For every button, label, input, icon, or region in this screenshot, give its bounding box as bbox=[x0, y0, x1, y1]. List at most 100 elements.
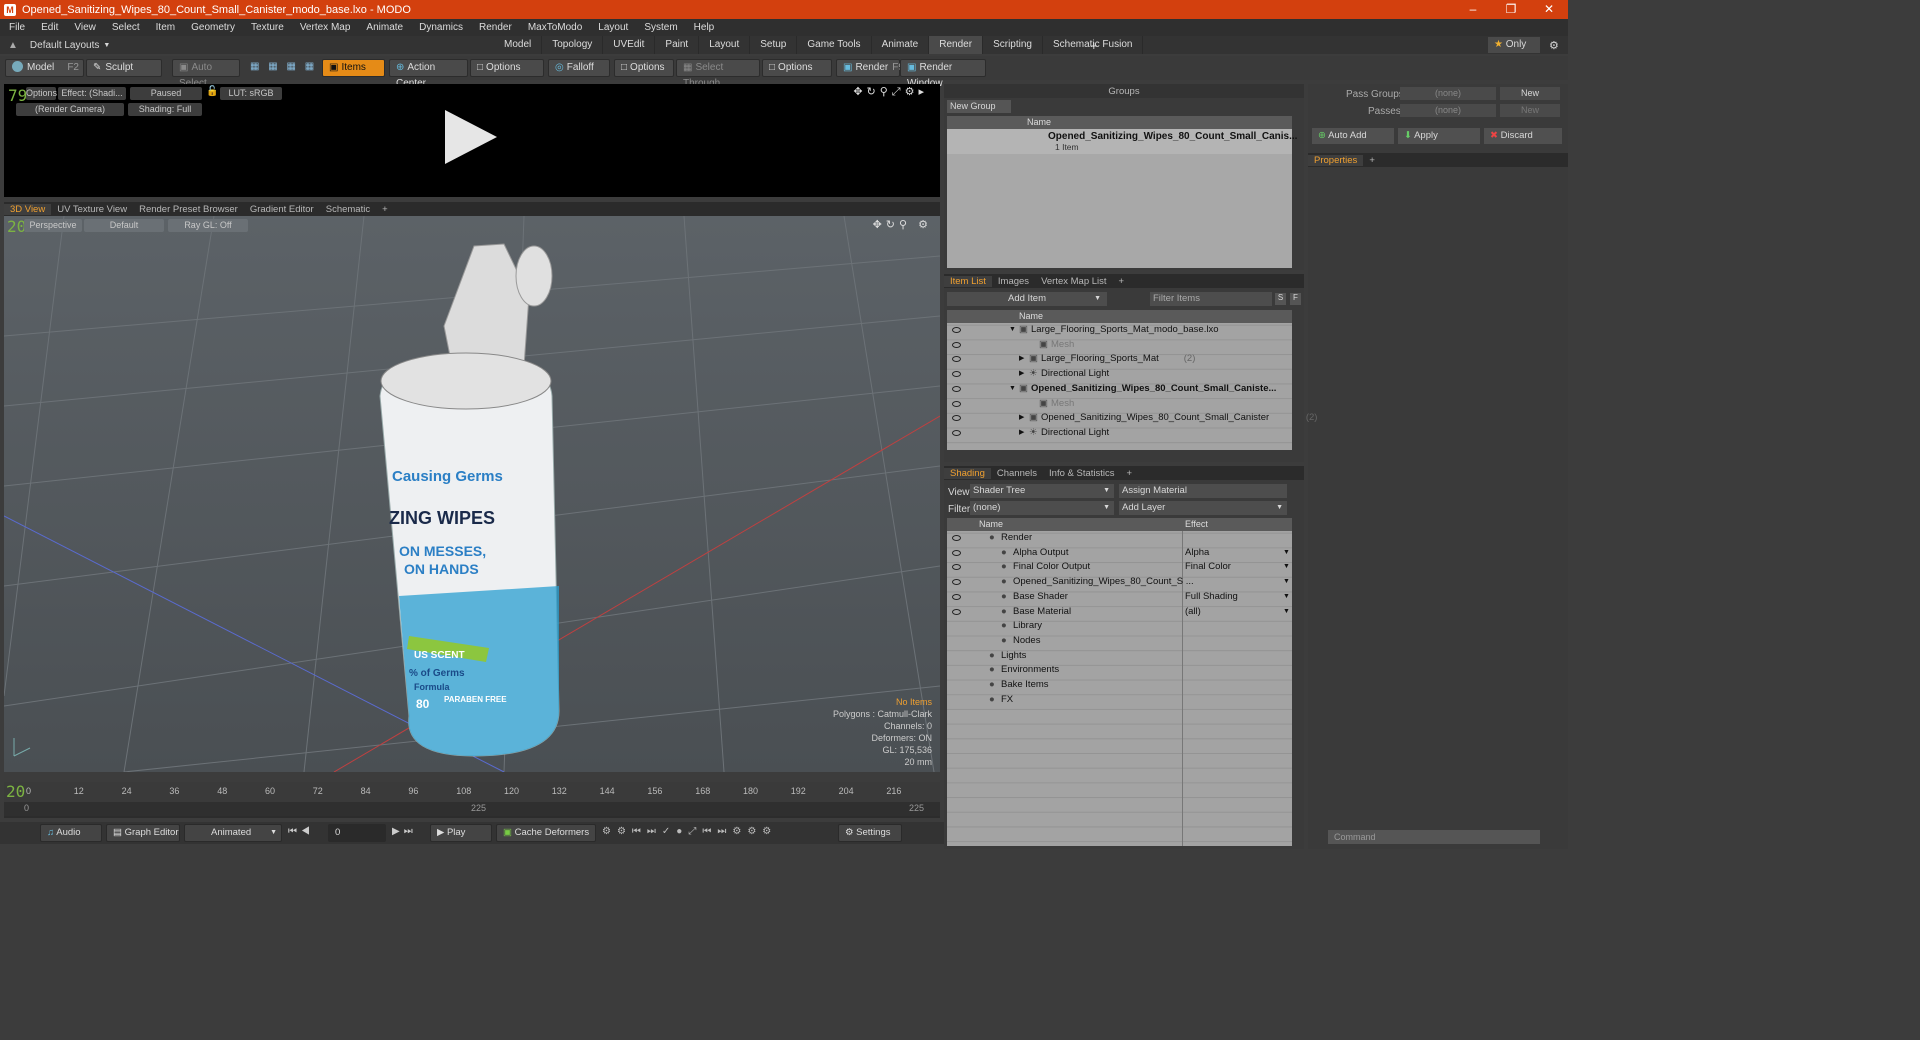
transport-forward-icons[interactable]: ▶⏭ bbox=[392, 826, 417, 837]
shader-effect-value[interactable]: Full Shading bbox=[1185, 590, 1238, 604]
shader-row[interactable]: ● Final Color Output Final Color ▼ bbox=[947, 560, 1292, 574]
render-options-pill[interactable]: Options bbox=[26, 87, 57, 100]
transport-rewind-icons[interactable]: ⏮◀ bbox=[288, 826, 314, 837]
tab-uv-texture-view[interactable]: UV Texture View bbox=[51, 204, 133, 215]
group-row[interactable]: Opened_Sanitizing_Wipes_80_Count_Small_C… bbox=[947, 129, 1297, 154]
layouts-dropdown[interactable]: Default Layouts bbox=[30, 40, 100, 51]
tab-model[interactable]: Model bbox=[494, 36, 543, 54]
camera-pill[interactable]: (Render Camera) bbox=[16, 103, 124, 116]
chevron-down-icon[interactable]: ▼ bbox=[1283, 590, 1290, 604]
falloff-button[interactable]: ◎ Falloff bbox=[548, 59, 610, 77]
view-controls-icons[interactable]: ✥↻⚲⤢⚙▸ bbox=[853, 85, 928, 99]
filter-f-button[interactable]: F bbox=[1290, 293, 1301, 305]
expand-down-icon[interactable]: ▼ bbox=[1009, 323, 1016, 337]
shader-tree[interactable]: Name Effect ● Render ● Alpha Output Alpha ▼ ● F… bbox=[947, 518, 1292, 846]
menu-layout[interactable]: Layout bbox=[589, 22, 635, 33]
discard-button[interactable]: ✖ Discard bbox=[1484, 128, 1562, 144]
render-button[interactable]: ▣ Render F9 bbox=[836, 59, 904, 77]
tab-shading[interactable]: Shading bbox=[944, 467, 991, 479]
timeline-range[interactable]: 0 225 225 bbox=[4, 802, 940, 816]
add-layer-dropdown[interactable]: Add Layer ▼ bbox=[1119, 501, 1287, 515]
expand-down-icon[interactable]: ▼ bbox=[1009, 382, 1016, 396]
menu-item[interactable]: Item bbox=[147, 22, 182, 33]
tab-game-tools[interactable]: Game Tools bbox=[797, 36, 872, 54]
menu-animate[interactable]: Animate bbox=[357, 22, 410, 33]
eye-icon[interactable] bbox=[952, 579, 961, 586]
menu-vertex-map[interactable]: Vertex Map bbox=[291, 22, 358, 33]
eye-icon[interactable] bbox=[952, 429, 961, 436]
restore-icon[interactable]: ❐ bbox=[1492, 0, 1530, 19]
lut-pill[interactable]: LUT: sRGB bbox=[220, 87, 282, 100]
effect-pill[interactable]: Effect: (Shadi... bbox=[58, 87, 126, 100]
shader-row[interactable]: ● FX bbox=[947, 693, 1292, 707]
polygon-mode-icon[interactable]: ▦ bbox=[286, 61, 295, 72]
filter-items-input[interactable]: Filter Items bbox=[1150, 292, 1272, 306]
frame-input[interactable]: 0 bbox=[328, 824, 386, 842]
new-pass-button[interactable]: New bbox=[1500, 104, 1560, 117]
default-pill[interactable]: Default bbox=[84, 219, 164, 232]
expand-right-icon[interactable]: ▶ bbox=[1019, 411, 1024, 425]
eye-icon[interactable] bbox=[952, 415, 961, 422]
menu-system[interactable]: System bbox=[635, 22, 684, 33]
shader-row[interactable]: ● Alpha Output Alpha ▼ bbox=[947, 546, 1292, 560]
options-button-1[interactable]: □ Options bbox=[470, 59, 544, 77]
model-button[interactable]: Model F2 bbox=[5, 59, 84, 77]
render-preview[interactable]: 79 Options Effect: (Shadi... Paused 🔓 LU… bbox=[4, 84, 940, 197]
tab-images[interactable]: Images bbox=[992, 276, 1035, 287]
play-button[interactable]: ▶ Play bbox=[430, 824, 492, 842]
command-input[interactable]: Command bbox=[1328, 830, 1540, 844]
expand-right-icon[interactable]: ▶ bbox=[1019, 426, 1024, 440]
tab-animate[interactable]: Animate bbox=[872, 36, 930, 54]
menu-view[interactable]: View bbox=[65, 22, 103, 33]
eye-icon[interactable] bbox=[952, 400, 961, 407]
filter-select[interactable]: (none) ▼ bbox=[970, 501, 1114, 515]
vertex-mode-icon[interactable]: ▦ bbox=[250, 61, 259, 72]
eye-icon[interactable] bbox=[952, 549, 961, 556]
tab-scripting[interactable]: Scripting bbox=[983, 36, 1043, 54]
shader-row[interactable]: ● Base Shader Full Shading ▼ bbox=[947, 590, 1292, 604]
menu-maxtomodo[interactable]: MaxToModo bbox=[519, 22, 589, 33]
list-item[interactable]: ▣ Mesh bbox=[947, 338, 1292, 352]
list-item[interactable]: ▶ ☀ Directional Light bbox=[947, 426, 1292, 440]
expand-right-icon[interactable]: ▶ bbox=[1019, 352, 1024, 366]
shader-row[interactable]: ● Environments bbox=[947, 663, 1292, 677]
view-select[interactable]: Shader Tree ▼ bbox=[970, 484, 1114, 498]
material-mode-icon[interactable]: ▦ bbox=[305, 61, 314, 72]
chevron-down-icon[interactable]: ▼ bbox=[1283, 575, 1290, 589]
eye-icon[interactable] bbox=[952, 535, 961, 541]
eye-icon[interactable] bbox=[952, 385, 961, 392]
eye-icon[interactable] bbox=[952, 564, 961, 571]
cache-deformers-button[interactable]: ▣ Cache Deformers bbox=[496, 824, 596, 842]
viewport-controls-icons[interactable]: ✥↻⚲ ⚙ bbox=[873, 218, 932, 231]
menu-help[interactable]: Help bbox=[685, 22, 722, 33]
list-item[interactable]: ▣ Mesh bbox=[947, 397, 1292, 411]
tab-topology[interactable]: Topology bbox=[542, 36, 604, 54]
tab-gradient-editor[interactable]: Gradient Editor bbox=[244, 204, 320, 215]
timeline-ruler[interactable]: 0 12 24 36 48 60 72 84 96 108 120 132 144 156 168 180 19… bbox=[4, 782, 940, 802]
shader-row[interactable]: ● Render bbox=[947, 531, 1292, 545]
only-toggle[interactable]: ★ Only bbox=[1488, 37, 1540, 53]
chevron-down-icon[interactable]: ▼ bbox=[1283, 546, 1290, 560]
perspective-pill[interactable]: Perspective bbox=[24, 219, 82, 232]
list-item[interactable]: ▶ ☀ Directional Light bbox=[947, 367, 1292, 381]
eye-icon[interactable] bbox=[952, 327, 961, 333]
add-tab-icon[interactable]: + bbox=[1113, 276, 1131, 287]
shader-row[interactable]: ● Nodes bbox=[947, 634, 1292, 648]
settings-button[interactable]: ⚙ Settings bbox=[838, 824, 902, 842]
graph-editor-button[interactable]: ▤ Graph Editor bbox=[106, 824, 180, 842]
list-item[interactable]: ▶ ▣ Large_Flooring_Sports_Mat (2) bbox=[947, 352, 1292, 366]
shader-row[interactable]: ● Base Material (all) ▼ bbox=[947, 605, 1292, 619]
shader-row[interactable]: ● Opened_Sanitizing_Wipes_80_Count_S ... ▼ bbox=[947, 575, 1292, 589]
new-group-button[interactable]: New Group bbox=[947, 100, 1011, 113]
filter-s-button[interactable]: S bbox=[1275, 293, 1286, 305]
tab-paint[interactable]: Paint bbox=[655, 36, 700, 54]
chevron-down-icon[interactable]: ▼ bbox=[1283, 605, 1290, 619]
minimize-icon[interactable]: – bbox=[1454, 0, 1492, 19]
play-icon[interactable] bbox=[445, 110, 497, 164]
groups-list[interactable]: Name Opened_Sanitizing_Wipes_80_Count_Sm… bbox=[947, 116, 1297, 268]
list-item[interactable]: ▶ ▣ Opened_Sanitizing_Wipes_80_Count_Small… bbox=[947, 411, 1317, 425]
items-mode-button[interactable]: ▣ Items bbox=[322, 59, 385, 77]
menu-select[interactable]: Select bbox=[103, 22, 147, 33]
render-window-button[interactable]: ▣Render Window bbox=[900, 59, 986, 89]
new-pass-group-button[interactable]: New bbox=[1500, 87, 1560, 100]
